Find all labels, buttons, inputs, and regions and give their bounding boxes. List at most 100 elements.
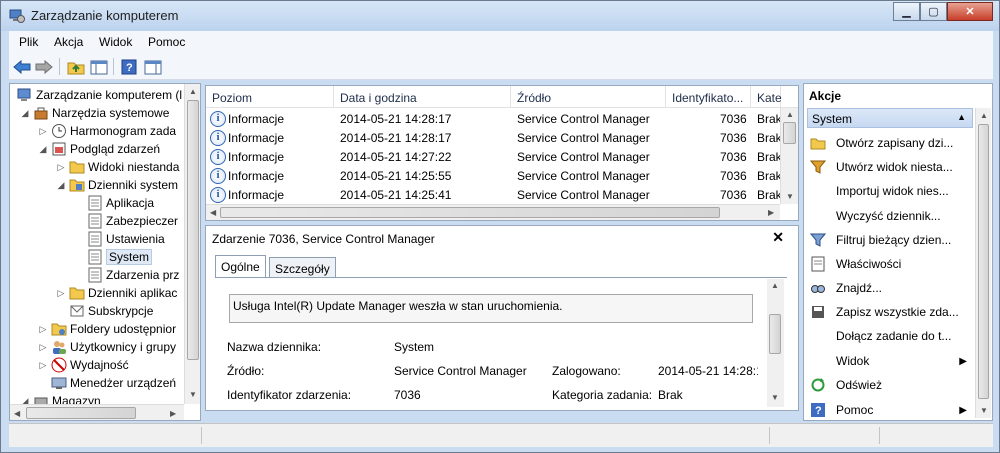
action-item-8[interactable]: Dołącz zadanie do t...	[807, 325, 973, 347]
details-vertical-scrollbar[interactable]: ▲ ▼	[767, 279, 784, 407]
computer-management-window: Zarządzanie komputerem ▁ ▢ ✕ Plik Akcja …	[0, 0, 1000, 453]
table-row[interactable]: i Informacje 2014-05-21 14:25:41 Service Co…	[206, 186, 782, 205]
close-details-icon[interactable]: ✕	[772, 229, 784, 246]
show-hide-tree-button[interactable]	[89, 57, 109, 76]
tree-item-custom-views[interactable]: ▷ Widoki niestanda	[56, 158, 180, 176]
clock-icon	[52, 124, 66, 138]
tree-item-label: Subskrypcje	[88, 304, 154, 318]
events-vertical-scrollbar[interactable]: ▲ ▼	[780, 108, 798, 204]
tree-vertical-scrollbar[interactable]: ▲ ▼	[184, 84, 200, 404]
tree-item-windows-logs[interactable]: ◢ Dzienniki system	[56, 176, 179, 194]
tab-details[interactable]: Szczegóły	[269, 257, 336, 277]
tree-item-label: System	[106, 249, 153, 265]
row-source: Service Control Manager	[517, 131, 650, 145]
action-item-11[interactable]: ? Pomoc ▶	[807, 399, 973, 421]
tree-item-event-viewer[interactable]: ◢ Podgląd zdarzeń	[38, 140, 161, 158]
tree-item-subscriptions[interactable]: Subskrypcje	[66, 302, 153, 320]
tree-item-setup[interactable]: Ustawienia	[84, 230, 165, 248]
info-icon: i	[210, 187, 226, 203]
action-item-3[interactable]: Wyczyść dziennik...	[807, 205, 973, 227]
menu-file[interactable]: Plik	[19, 35, 38, 49]
action-item-6[interactable]: Znajdź...	[807, 277, 973, 299]
expand-arrow-icon[interactable]: ▷	[38, 360, 48, 371]
tree-item-computer-management[interactable]: Zarządzanie komputerem (l	[14, 86, 182, 104]
menu-view[interactable]: Widok	[99, 35, 132, 49]
tree-item-shared-folders[interactable]: ▷ Foldery udostępnior	[38, 320, 177, 338]
show-hide-action-pane-button[interactable]	[143, 57, 163, 76]
expand-arrow-icon[interactable]: ▷	[38, 324, 48, 335]
svg-text:?: ?	[126, 62, 133, 74]
action-item-1[interactable]: Utwórz widok niesta...	[807, 156, 973, 178]
tree-item-label: Zdarzenia prz	[106, 268, 180, 282]
tree-horizontal-scrollbar[interactable]: ◀ ▶	[10, 404, 184, 420]
back-button[interactable]	[12, 57, 32, 76]
minimize-button[interactable]: ▁	[893, 2, 920, 21]
tree-item-forwarded-events[interactable]: Zdarzenia prz	[84, 266, 179, 284]
event-viewer-icon	[52, 142, 66, 156]
forward-button[interactable]	[34, 57, 54, 76]
tree-item-label: Menedżer urządzeń	[70, 376, 177, 390]
action-item-5[interactable]: Właściwości	[807, 253, 973, 275]
action-item-10[interactable]: Odśwież	[807, 374, 973, 396]
column-date[interactable]: Data i godzina	[334, 86, 511, 108]
expand-arrow-icon[interactable]: ▷	[38, 126, 48, 137]
blank-icon	[810, 328, 826, 344]
tree-item-application[interactable]: Aplikacja	[84, 194, 154, 212]
actions-section-system[interactable]: System ▲	[807, 108, 973, 128]
blank-icon	[810, 353, 826, 369]
up-level-button[interactable]	[66, 57, 86, 76]
action-item-2[interactable]: Importuj widok nies...	[807, 180, 973, 202]
action-item-7[interactable]: Zapisz wszystkie zda...	[807, 301, 973, 323]
subscription-icon	[70, 305, 84, 317]
table-row[interactable]: i Informacje 2014-05-21 14:28:17 Service Co…	[206, 129, 782, 148]
tree-item-label: Ustawienia	[106, 232, 165, 246]
action-pane-icon	[144, 60, 162, 74]
action-label: Filtruj bieżący dzien...	[836, 233, 952, 247]
log-icon	[88, 249, 102, 265]
tree-item-users-groups[interactable]: ▷ Użytkownicy i grupy	[38, 338, 176, 356]
tree-item-performance[interactable]: ▷ Wydajność	[38, 356, 129, 374]
collapse-arrow-icon[interactable]: ◢	[38, 144, 48, 155]
collapse-arrow-icon[interactable]: ◢	[20, 108, 30, 119]
column-event-id[interactable]: Identyfikato...	[666, 86, 751, 108]
events-horizontal-scrollbar[interactable]: ◀ ▶	[206, 204, 780, 220]
tree-item-system[interactable]: System	[84, 248, 153, 266]
task-category-label: Kategoria zadania:	[552, 388, 653, 402]
expand-arrow-icon[interactable]: ▷	[56, 162, 66, 173]
actions-vertical-scrollbar[interactable]: ▲ ▼	[975, 108, 991, 418]
computer-management-icon	[9, 9, 25, 23]
collapse-arrow-icon[interactable]: ◢	[56, 180, 66, 191]
tree-item-system-tools[interactable]: ◢ Narzędzia systemowe	[20, 104, 170, 122]
maximize-button[interactable]: ▢	[920, 2, 947, 21]
table-row[interactable]: i Informacje 2014-05-21 14:28:17 Service Co…	[206, 110, 782, 129]
tree-item-label: Dzienniki aplikac	[88, 286, 178, 300]
action-item-4[interactable]: Filtruj bieżący dzien...	[807, 229, 973, 251]
action-item-0[interactable]: Otwórz zapisany dzi...	[807, 132, 973, 154]
column-source[interactable]: Źródło	[511, 86, 666, 108]
menu-action[interactable]: Akcja	[54, 35, 83, 49]
tree-item-app-logs[interactable]: ▷ Dzienniki aplikac	[56, 284, 178, 302]
event-message-box[interactable]: Usługa Intel(R) Update Manager weszła w …	[229, 294, 753, 323]
column-level[interactable]: Poziom	[206, 86, 334, 108]
column-category[interactable]: Kate	[751, 86, 782, 108]
source-label: Źródło:	[227, 364, 265, 378]
table-row[interactable]: i Informacje 2014-05-21 14:25:55 Service Co…	[206, 167, 782, 186]
action-item-9[interactable]: Widok ▶	[807, 350, 973, 372]
tree-item-label: Dzienniki system	[88, 178, 179, 192]
tree-item-task-scheduler[interactable]: ▷ Harmonogram zada	[38, 122, 176, 140]
tree-item-label: Aplikacja	[106, 196, 155, 210]
menu-help[interactable]: Pomoc	[148, 35, 185, 49]
collapse-section-icon[interactable]: ▲	[957, 112, 966, 122]
row-date: 2014-05-21 14:25:41	[340, 188, 452, 202]
tree-item-security[interactable]: Zabezpieczer	[84, 212, 178, 230]
expand-arrow-icon[interactable]: ▷	[38, 342, 48, 353]
tab-general[interactable]: Ogólne	[215, 255, 266, 277]
tree-item-device-manager[interactable]: Menedżer urządzeń	[48, 374, 176, 392]
help-toolbar-button[interactable]: ?	[119, 57, 139, 76]
close-button[interactable]: ✕	[947, 2, 993, 21]
source-value: Service Control Manager	[394, 364, 527, 378]
expand-arrow-icon[interactable]: ▷	[56, 288, 66, 299]
row-date: 2014-05-21 14:27:22	[340, 150, 452, 164]
table-row[interactable]: i Informacje 2014-05-21 14:27:22 Service Co…	[206, 148, 782, 167]
row-level: Informacje	[228, 188, 285, 202]
